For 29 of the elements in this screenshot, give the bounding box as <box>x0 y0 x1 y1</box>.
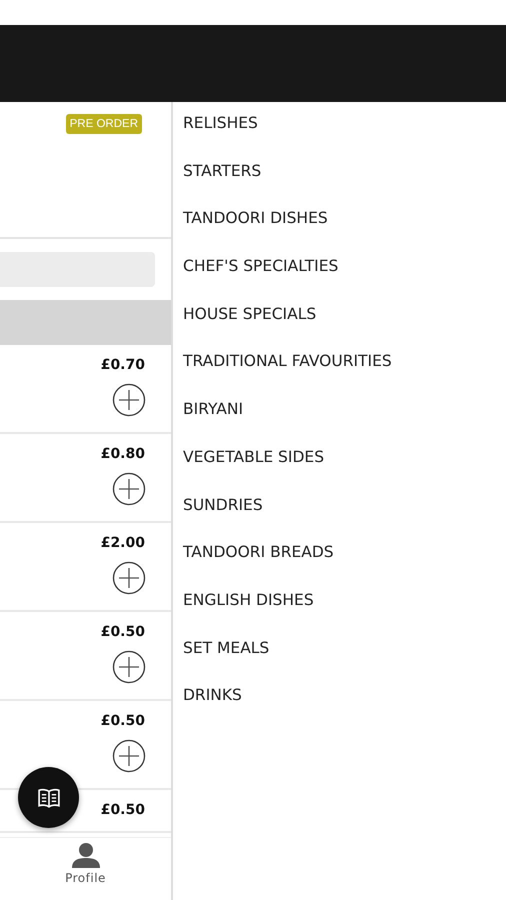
category-item[interactable]: VEGETABLE SIDES <box>183 448 324 496</box>
category-item[interactable]: TANDOORI DISHES <box>183 209 328 258</box>
menu-fab[interactable] <box>18 767 79 828</box>
category-item[interactable]: STARTERS <box>183 162 262 210</box>
category-item[interactable]: CHEF'S SPECIALTIES <box>183 257 338 305</box>
profile-tab[interactable]: Profile <box>65 838 106 900</box>
add-icon[interactable] <box>112 739 146 773</box>
category-item[interactable]: HOUSE SPECIALS <box>183 304 316 352</box>
category-item[interactable]: BIRYANI <box>183 400 244 448</box>
item-price: £2.00 <box>100 535 145 551</box>
item-price: £0.80 <box>100 446 145 462</box>
item-price: £0.50 <box>100 802 145 818</box>
category-item[interactable]: TRADITIONAL FAVOURITIES <box>183 352 392 400</box>
add-icon[interactable] <box>112 472 146 506</box>
item-price: £0.50 <box>100 624 145 640</box>
item-price: £0.50 <box>100 713 145 729</box>
category-item[interactable]: SUNDRIES <box>183 496 263 544</box>
item-price: £0.70 <box>100 357 145 373</box>
category-item[interactable]: RELISHES <box>183 114 258 162</box>
pre-order-badge: PRE ORDER <box>66 114 142 134</box>
category-item[interactable]: SET MEALS <box>183 638 270 686</box>
add-icon[interactable] <box>112 650 146 684</box>
add-icon[interactable] <box>112 561 146 595</box>
add-icon[interactable] <box>112 383 146 417</box>
category-item[interactable]: DRINKS <box>183 686 242 734</box>
book-icon <box>38 788 60 808</box>
category-item[interactable]: TANDOORI BREADS <box>183 543 334 591</box>
person-icon <box>70 842 100 868</box>
category-item[interactable]: ENGLISH DISHES <box>183 590 314 639</box>
